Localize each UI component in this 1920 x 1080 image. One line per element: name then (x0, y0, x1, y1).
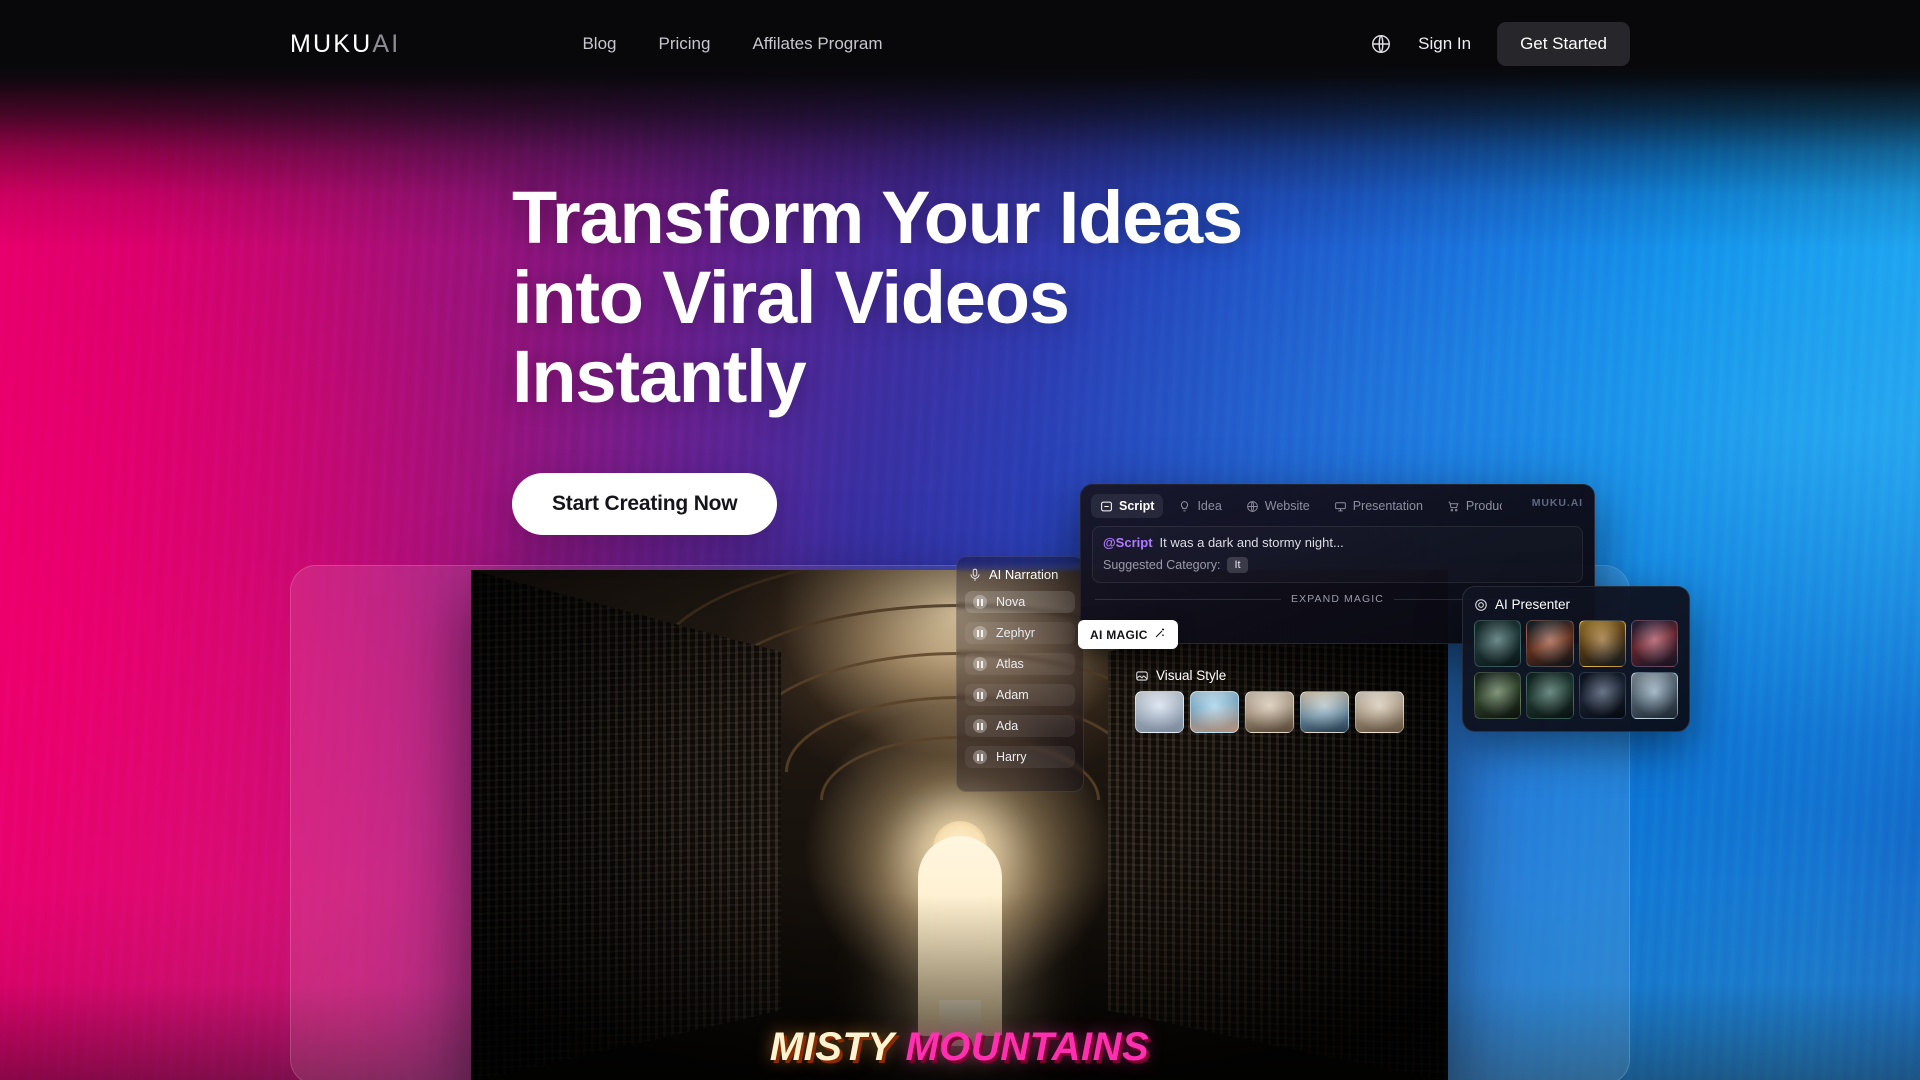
cart-icon (1447, 500, 1460, 513)
visual-style-header: Visual Style (1135, 668, 1401, 683)
ai-presenter-title: AI Presenter (1495, 597, 1571, 612)
presenter-thumb[interactable] (1578, 620, 1626, 667)
globe-icon[interactable] (1370, 33, 1392, 55)
panel-watermark: MUKU.AI (1531, 497, 1583, 509)
voice-label: Harry (996, 750, 1027, 764)
nav-link-blog[interactable]: Blog (582, 34, 616, 54)
ai-narration-title: AI Narration (989, 567, 1059, 582)
visual-style-thumb[interactable] (1135, 691, 1184, 733)
top-navigation-bar: MUKU AI Blog Pricing Affilates Program S… (0, 0, 1920, 88)
tab-label: Presentation (1352, 499, 1423, 513)
start-creating-now-button[interactable]: Start Creating Now (512, 472, 778, 535)
script-mention: @Script (1103, 535, 1153, 550)
tab-label: Produc (1465, 499, 1502, 513)
voice-label: Ada (996, 719, 1019, 733)
voice-option-adam[interactable]: Adam (965, 684, 1075, 706)
visual-style-thumb[interactable] (1190, 691, 1239, 733)
avatar-icon (1474, 598, 1488, 612)
visual-style-thumb[interactable] (1355, 691, 1404, 733)
play-icon (973, 595, 987, 609)
headline-line-3: Instantly (512, 335, 807, 419)
brand-logo-primary: MUKU (290, 29, 373, 58)
play-icon (973, 750, 987, 764)
script-text-line: @Script It was a dark and stormy night... (1103, 535, 1572, 550)
presenter-thumb[interactable] (1578, 672, 1626, 719)
visual-style-thumb[interactable] (1245, 691, 1294, 733)
ai-presenter-header: AI Presenter (1474, 597, 1678, 612)
ai-narration-header: AI Narration (957, 565, 1083, 591)
suggested-category-chip[interactable]: It (1227, 557, 1248, 573)
play-icon (973, 688, 987, 702)
tab-website[interactable]: Website (1237, 494, 1319, 518)
image-icon (1135, 669, 1149, 683)
tab-label: Website (1264, 499, 1310, 513)
play-icon (973, 719, 987, 733)
brand-logo[interactable]: MUKU AI (290, 30, 400, 59)
microphone-icon (968, 568, 982, 582)
expand-magic-label: EXPAND MAGIC (1291, 593, 1384, 605)
presenter-thumb[interactable] (1526, 620, 1574, 667)
visual-style-panel: Visual Style (1135, 668, 1404, 733)
ai-presenter-panel: AI Presenter (1462, 586, 1690, 732)
voice-label: Zephyr (996, 626, 1035, 640)
voice-option-nova[interactable]: Nova (965, 591, 1075, 613)
voice-option-zephyr[interactable]: Zephyr (965, 622, 1075, 644)
play-icon (973, 657, 987, 671)
video-caption: MISTY MOUNTAINS (770, 1025, 1149, 1070)
nav-link-pricing[interactable]: Pricing (658, 34, 710, 54)
video-caption-part-1: MISTY (769, 1025, 894, 1069)
voice-option-ada[interactable]: Ada (965, 715, 1075, 737)
voice-label: Nova (996, 595, 1026, 609)
video-caption-part-2: MOUNTAINS (905, 1025, 1150, 1069)
ai-magic-label: AI MAGIC (1090, 627, 1148, 642)
play-icon (973, 626, 987, 640)
ai-magic-button[interactable]: AI MAGIC (1078, 620, 1178, 649)
visual-style-thumbnails (1135, 691, 1404, 733)
page-title: Transform Your Ideas into Viral Videos I… (512, 176, 1243, 419)
suggested-category-label: Suggested Category: (1103, 558, 1221, 572)
presenter-thumb[interactable] (1526, 672, 1574, 719)
tab-product[interactable]: Produc (1438, 494, 1502, 518)
globe-icon (1246, 500, 1259, 513)
presentation-icon (1334, 500, 1347, 513)
headline-line-2: into Viral Videos (512, 255, 1070, 339)
page-root: MUKU AI Blog Pricing Affilates Program S… (0, 0, 1920, 1080)
presenter-thumb[interactable] (1474, 620, 1522, 667)
get-started-button[interactable]: Get Started (1497, 22, 1630, 66)
voice-label: Atlas (996, 657, 1024, 671)
tab-presentation[interactable]: Presentation (1325, 494, 1432, 518)
presenter-thumb[interactable] (1630, 672, 1678, 719)
visual-style-thumb[interactable] (1300, 691, 1349, 733)
voice-option-atlas[interactable]: Atlas (965, 653, 1075, 675)
divider-left (1095, 598, 1282, 600)
nav-link-affilates-program[interactable]: Affilates Program (752, 34, 882, 54)
brand-logo-secondary: AI (372, 29, 401, 58)
headline-line-1: Transform Your Ideas (512, 176, 1243, 259)
visual-style-title: Visual Style (1156, 668, 1227, 683)
presenter-thumb[interactable] (1630, 620, 1678, 667)
script-content: It was a dark and stormy night... (1159, 535, 1344, 550)
voice-label: Adam (996, 688, 1029, 702)
hero-section: Transform Your Ideas into Viral Videos I… (512, 176, 1243, 535)
nav-actions: Sign In Get Started (1370, 22, 1630, 66)
suggested-category-row: Suggested Category: It (1103, 557, 1572, 573)
voice-option-harry[interactable]: Harry (965, 746, 1075, 768)
wand-icon (1154, 627, 1166, 642)
ai-presenter-thumbnails (1474, 620, 1678, 719)
nav-links: Blog Pricing Affilates Program (582, 34, 882, 54)
ai-narration-panel: AI Narration Nova Zephyr Atlas Adam Ada … (956, 556, 1084, 792)
sign-in-link[interactable]: Sign In (1418, 34, 1471, 54)
presenter-thumb[interactable] (1474, 672, 1522, 719)
